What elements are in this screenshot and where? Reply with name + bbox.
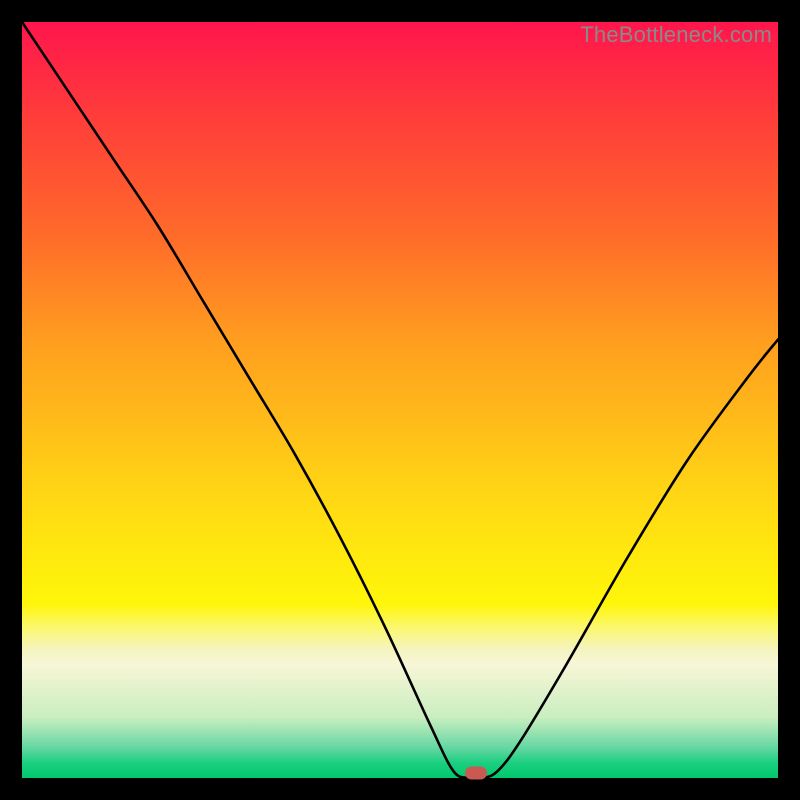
bottleneck-curve bbox=[22, 22, 778, 778]
chart-frame: TheBottleneck.com bbox=[0, 0, 800, 800]
minimum-marker bbox=[465, 767, 487, 780]
plot-area: TheBottleneck.com bbox=[22, 22, 778, 778]
